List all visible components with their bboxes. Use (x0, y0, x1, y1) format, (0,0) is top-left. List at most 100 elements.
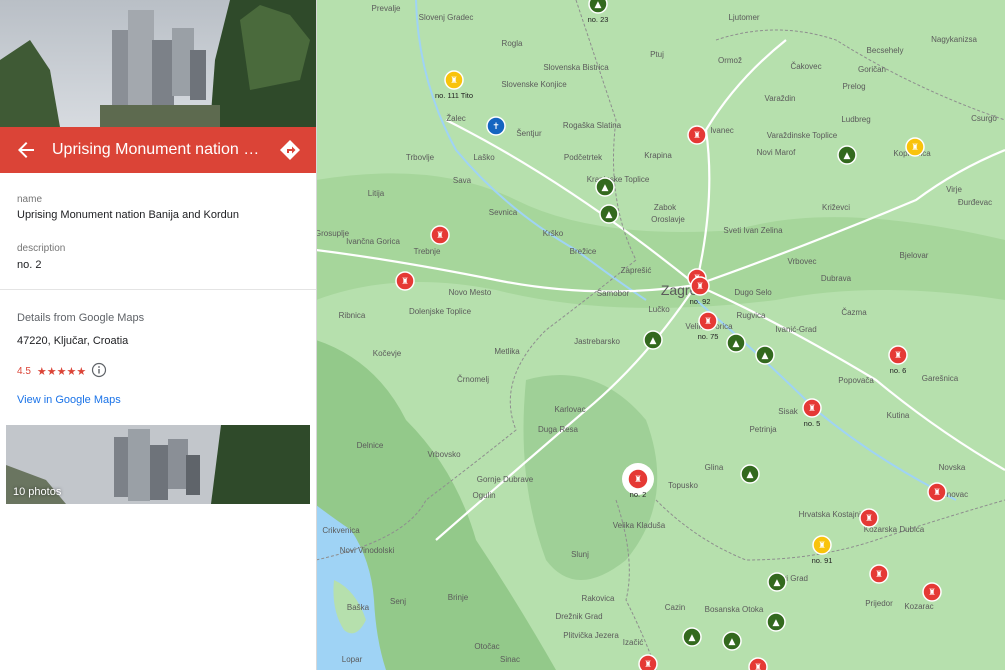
map-marker-red[interactable]: ♜ (922, 582, 942, 602)
marker-glyph-icon: ♜ (693, 131, 701, 141)
map-canvas[interactable]: Prevalje Slovenj Gradec Rogla Slovenska Bis… (316, 0, 1005, 670)
map-marker-green[interactable]: ▲ (643, 330, 663, 350)
place-label: Glina (705, 463, 724, 472)
marker-label: no. 111 Tito (435, 91, 473, 100)
place-label: Brinje (448, 593, 469, 602)
map-marker-red[interactable]: ♜ no. 6 (888, 345, 908, 375)
marker-glyph-icon: ▲ (747, 470, 754, 480)
place-label: Ludbreg (841, 115, 870, 124)
marker-label: no. 2 (630, 490, 647, 499)
place-label: Sevnica (489, 208, 518, 217)
place-label: Prijedor (865, 599, 893, 608)
map-marker-green[interactable]: ▲ (595, 177, 615, 197)
marker-label: no. 5 (804, 419, 821, 428)
place-label: Ptuj (650, 50, 664, 59)
map-marker-green[interactable]: ▲ (682, 627, 702, 647)
place-label: Dolenjske Toplice (409, 307, 472, 316)
marker-label: no. 92 (690, 297, 711, 306)
place-label: Dubrava (821, 274, 852, 283)
photo-gallery[interactable]: 10 photos (6, 425, 310, 504)
marker-glyph-icon: ▲ (650, 336, 657, 346)
place-label: Metlika (494, 347, 520, 356)
place-label: Delnice (357, 441, 384, 450)
place-label: Izačić (623, 638, 643, 647)
marker-glyph-icon: ♜ (808, 404, 816, 414)
map-marker-red[interactable]: ♜ no. 5 (802, 398, 822, 428)
marker-glyph-icon: ▲ (729, 637, 736, 647)
place-label: Vrbovsko (427, 450, 461, 459)
map-marker-red[interactable]: ♜ (748, 657, 768, 670)
map-marker-green[interactable]: ▲ (722, 631, 742, 651)
description-value: no. 2 (17, 259, 42, 271)
place-label: Slunj (571, 550, 589, 559)
title-bar: Uprising Monument nation Banija and Kord… (0, 127, 316, 173)
map-marker-green[interactable]: ▲ (767, 572, 787, 592)
marker-glyph-icon: ♜ (644, 660, 652, 670)
place-label: Sveti Ivan Zelina (723, 226, 783, 235)
map-marker-blue[interactable]: ✝ (486, 116, 506, 136)
map-marker-red[interactable]: ♜ (859, 508, 879, 528)
map-marker-green[interactable]: ▲ (755, 345, 775, 365)
marker-glyph-icon: ▲ (606, 210, 613, 220)
place-label: Ljutomer (728, 13, 759, 22)
marker-glyph-icon: ✝ (492, 122, 500, 132)
map-marker-red[interactable]: ♜ (927, 482, 947, 502)
map-marker-red[interactable]: ♜ (638, 654, 658, 670)
place-label: Zabok (654, 203, 677, 212)
place-label: Nagykanizsa (931, 35, 977, 44)
back-arrow-icon[interactable] (14, 138, 38, 162)
marker-label: no. 23 (588, 15, 609, 24)
marker-glyph-icon: ♜ (818, 541, 826, 551)
description-label: description (17, 243, 66, 254)
marker-glyph-icon: ♜ (450, 76, 458, 86)
place-label: Karlovac (554, 405, 585, 414)
place-label: Litija (368, 189, 385, 198)
marker-glyph-icon: ♜ (401, 277, 409, 287)
place-label: Ivanić-Grad (775, 325, 816, 334)
marker-glyph-icon: ♜ (696, 282, 704, 292)
map-marker-red[interactable]: ♜ no. 92 (690, 276, 711, 306)
place-label: Čazma (841, 308, 867, 317)
divider (0, 289, 316, 290)
place-label: Crikvenica (322, 526, 360, 535)
place-label: Novi Vinodolski (340, 546, 395, 555)
map-marker-red[interactable]: ♜ (869, 564, 889, 584)
view-in-google-maps-link[interactable]: View in Google Maps (17, 394, 121, 406)
place-label: Cazin (665, 603, 685, 612)
marker-label: no. 91 (812, 556, 833, 565)
map-marker-red[interactable]: ♜ no. 75 (698, 311, 719, 341)
place-label: Duga Resa (538, 425, 579, 434)
directions-icon[interactable] (278, 138, 302, 162)
place-label: Garešnica (922, 374, 959, 383)
place-label: Baška (347, 603, 370, 612)
place-label: Plitvička Jezera (563, 631, 619, 640)
place-label: Laško (473, 153, 495, 162)
map-marker-green[interactable]: ▲ (740, 464, 760, 484)
map-marker-green[interactable]: ▲ (726, 333, 746, 353)
place-label: Rogla (502, 39, 523, 48)
place-label: Vrbovec (787, 257, 816, 266)
marker-glyph-icon: ♜ (911, 143, 919, 153)
map-marker-red[interactable]: ♜ (430, 225, 450, 245)
marker-glyph-icon: ♜ (754, 663, 762, 670)
place-label: Drežnik Grad (555, 612, 602, 621)
place-label: Kutina (887, 411, 910, 420)
info-icon[interactable] (91, 362, 107, 378)
place-label: Novo Mesto (449, 288, 492, 297)
map-marker-yellow[interactable]: ♜ (905, 137, 925, 157)
map-marker-red[interactable]: ♜ (395, 271, 415, 291)
map-marker-red[interactable]: ♜ (687, 125, 707, 145)
place-label: Bosanska Otoka (705, 605, 764, 614)
map-marker-green[interactable]: ▲ (766, 612, 786, 632)
hero-photo[interactable] (0, 0, 316, 127)
marker-glyph-icon: ♜ (894, 351, 902, 361)
place-label: Zaprešić (621, 266, 652, 275)
marker-glyph-icon: ▲ (689, 633, 696, 643)
map-marker-green[interactable]: ▲ (599, 204, 619, 224)
map-marker-yellow[interactable]: ♜ no. 91 (812, 535, 833, 565)
place-label: Slovenj Gradec (419, 13, 474, 22)
marker-label: no. 6 (890, 366, 907, 375)
place-label: Kozarac (904, 602, 933, 611)
map-marker-green[interactable]: ▲ (837, 145, 857, 165)
place-label: Krapinske Toplice (587, 175, 650, 184)
